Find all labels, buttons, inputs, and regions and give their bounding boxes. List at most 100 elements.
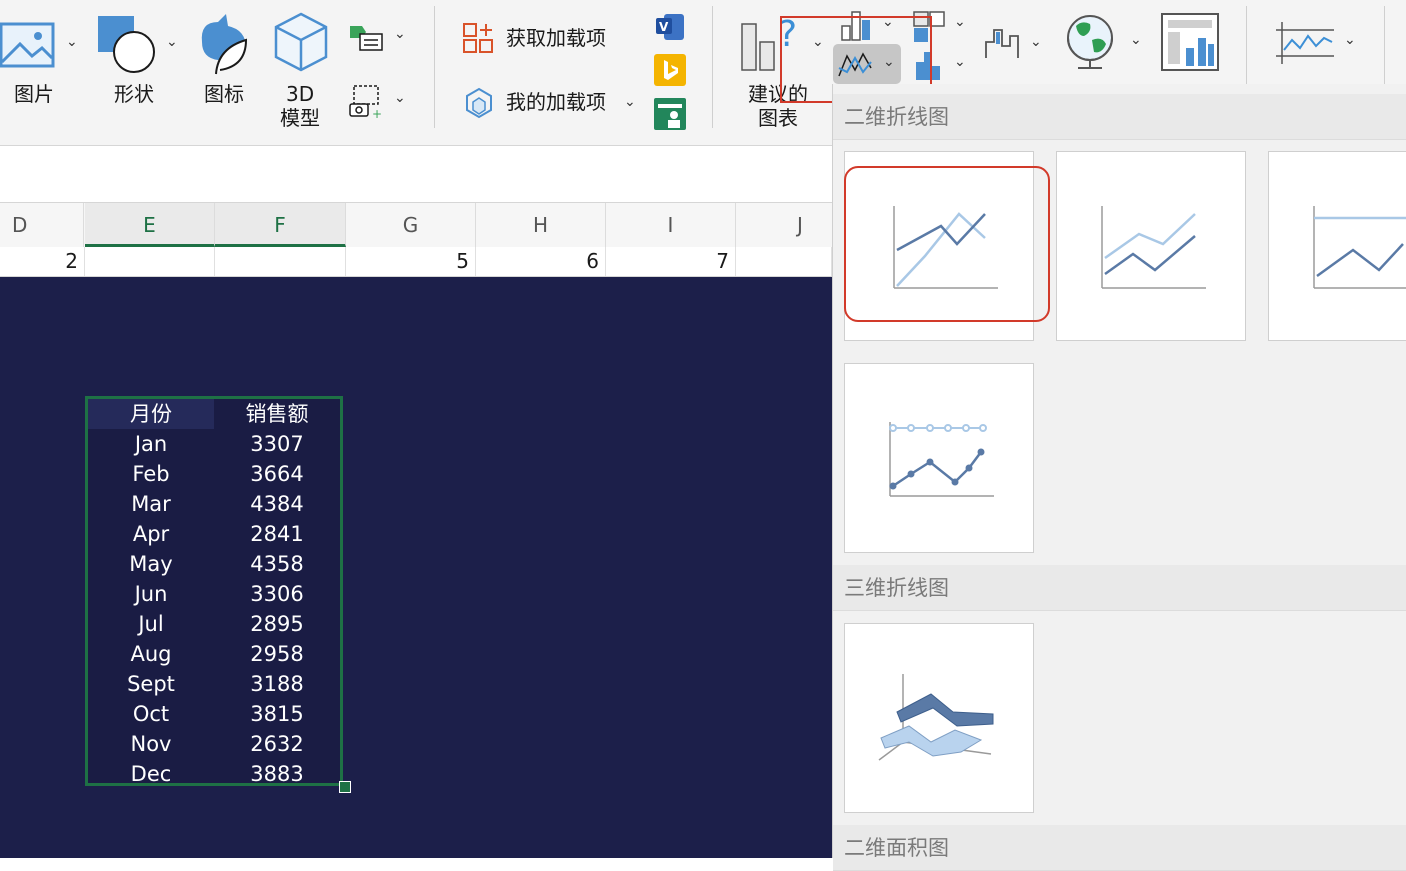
- 3d-model-label-line2: 模型: [280, 106, 320, 130]
- cell-j1[interactable]: [736, 247, 832, 276]
- cell-sales[interactable]: 2632: [214, 729, 340, 759]
- cell-month[interactable]: Jan: [88, 429, 214, 459]
- shape-icon: [98, 16, 155, 73]
- cell-month[interactable]: Mar: [88, 489, 214, 519]
- formula-bar[interactable]: [0, 146, 832, 203]
- svg-text:+: +: [372, 107, 382, 120]
- chevron-down-icon[interactable]: ⌄: [66, 34, 78, 50]
- table-row: Nov 2632: [88, 729, 340, 759]
- my-addins-button[interactable]: 我的加载项 ⌄: [460, 84, 645, 124]
- cell-month[interactable]: May: [88, 549, 214, 579]
- table-row: Jul 2895: [88, 609, 340, 639]
- chevron-down-icon[interactable]: ⌄: [1344, 32, 1356, 48]
- column-header-e[interactable]: E: [85, 203, 215, 247]
- waterfall-chart-button[interactable]: ⌄: [982, 22, 1048, 62]
- section-header-2d-area: 二维面积图: [833, 825, 1406, 871]
- cell-sales[interactable]: 2895: [214, 609, 340, 639]
- hexagon-addin-icon: [466, 87, 492, 119]
- percent-stacked-line-thumbnail: [1313, 206, 1406, 289]
- column-header-h[interactable]: H: [476, 203, 606, 247]
- chevron-down-icon[interactable]: ⌄: [624, 94, 636, 110]
- table-row: Aug 2958: [88, 639, 340, 669]
- chart-option-100-stacked-line[interactable]: [1268, 151, 1406, 341]
- selected-line-option-highlight: [844, 166, 1050, 322]
- smartart-button[interactable]: ⌄: [346, 22, 412, 58]
- table-header-row: 月份 销售额: [88, 399, 340, 429]
- cell-sales[interactable]: 4384: [214, 489, 340, 519]
- table-row: Sept 3188: [88, 669, 340, 699]
- section-header-2d-line: 二维折线图: [833, 94, 1406, 140]
- icons-button[interactable]: 图标: [194, 10, 258, 115]
- cell-g1[interactable]: 5: [346, 247, 476, 276]
- table-row: Jun 3306: [88, 579, 340, 609]
- chevron-down-icon[interactable]: ⌄: [394, 26, 406, 42]
- header-month[interactable]: 月份: [88, 399, 214, 429]
- cell-month[interactable]: Jul: [88, 609, 214, 639]
- chevron-down-icon[interactable]: ⌄: [954, 14, 966, 30]
- waterfall-icon: [985, 29, 1019, 58]
- chevron-down-icon[interactable]: ⌄: [954, 54, 966, 70]
- table-row: Oct 3815: [88, 699, 340, 729]
- cat-leaf-icon: [201, 14, 248, 75]
- chevron-down-icon[interactable]: ⌄: [1030, 34, 1042, 50]
- cell-e1[interactable]: [85, 247, 215, 276]
- cell-sales[interactable]: 3815: [214, 699, 340, 729]
- sparkline-button[interactable]: ⌄: [1272, 20, 1364, 66]
- chart-option-3d-line[interactable]: [844, 623, 1034, 813]
- cell-d1[interactable]: 2: [0, 247, 85, 276]
- cell-sales[interactable]: 3307: [214, 429, 340, 459]
- column-header-g[interactable]: G: [346, 203, 476, 247]
- ribbon-separator: [712, 6, 713, 128]
- picture-button[interactable]: ⌄ 图片: [0, 10, 80, 115]
- cell-i1[interactable]: 7: [606, 247, 736, 276]
- section-header-3d-line: 三维折线图: [833, 565, 1406, 611]
- cell-sales[interactable]: 2958: [214, 639, 340, 669]
- shape-button[interactable]: ⌄ 形状: [94, 10, 184, 115]
- pivot-chart-button[interactable]: [1160, 12, 1224, 76]
- 3d-model-label-line1: 3D: [286, 82, 315, 106]
- cell-sales[interactable]: 3883: [214, 759, 340, 789]
- 3d-model-button[interactable]: 3D 模型: [270, 10, 332, 130]
- cell-sales[interactable]: 3188: [214, 669, 340, 699]
- cell-f1[interactable]: [215, 247, 346, 276]
- column-header-i[interactable]: I: [606, 203, 736, 247]
- screenshot-button[interactable]: + ⌄: [346, 84, 412, 120]
- chevron-down-icon[interactable]: ⌄: [166, 34, 178, 50]
- table-row: May 4358: [88, 549, 340, 579]
- shape-label: 形状: [114, 82, 154, 106]
- chevron-down-icon[interactable]: ⌄: [1130, 32, 1142, 48]
- sales-data-table[interactable]: 月份 销售额 Jan 3307 Feb 3664 Mar 4384 Apr 2841 M…: [85, 396, 343, 786]
- map-chart-button[interactable]: ⌄: [1062, 10, 1148, 74]
- cell-sales[interactable]: 3664: [214, 459, 340, 489]
- bing-icon[interactable]: [654, 54, 686, 86]
- addin-grid-plus-icon: [463, 23, 493, 53]
- column-headers: D E F G H I J: [0, 203, 865, 248]
- camera-screenshot-icon: +: [349, 85, 382, 120]
- cell-h1[interactable]: 6: [476, 247, 606, 276]
- visio-icon[interactable]: V: [654, 12, 686, 42]
- cell-sales[interactable]: 2841: [214, 519, 340, 549]
- get-addins-button[interactable]: 获取加载项: [460, 20, 630, 60]
- column-header-f[interactable]: F: [215, 203, 346, 247]
- chart-option-stacked-line[interactable]: [1056, 151, 1246, 341]
- my-addins-label: 我的加载项: [506, 90, 606, 114]
- cell-month[interactable]: Dec: [88, 759, 214, 789]
- chevron-down-icon[interactable]: ⌄: [394, 90, 406, 106]
- chart-option-line-with-markers[interactable]: [844, 363, 1034, 553]
- cell-month[interactable]: Feb: [88, 459, 214, 489]
- get-addins-label: 获取加载项: [506, 26, 606, 50]
- cell-month[interactable]: Jun: [88, 579, 214, 609]
- globe-icon: [1067, 15, 1113, 69]
- cell-sales[interactable]: 3306: [214, 579, 340, 609]
- cell-month[interactable]: Nov: [88, 729, 214, 759]
- sparkline-icon: [1276, 22, 1334, 64]
- cell-month[interactable]: Sept: [88, 669, 214, 699]
- cell-month[interactable]: Oct: [88, 699, 214, 729]
- people-graph-icon[interactable]: [654, 98, 686, 130]
- cell-month[interactable]: Aug: [88, 639, 214, 669]
- column-header-d[interactable]: D: [0, 203, 84, 247]
- cell-month[interactable]: Apr: [88, 519, 214, 549]
- cell-sales[interactable]: 4358: [214, 549, 340, 579]
- fill-handle[interactable]: [339, 781, 351, 793]
- header-sales[interactable]: 销售额: [214, 399, 340, 429]
